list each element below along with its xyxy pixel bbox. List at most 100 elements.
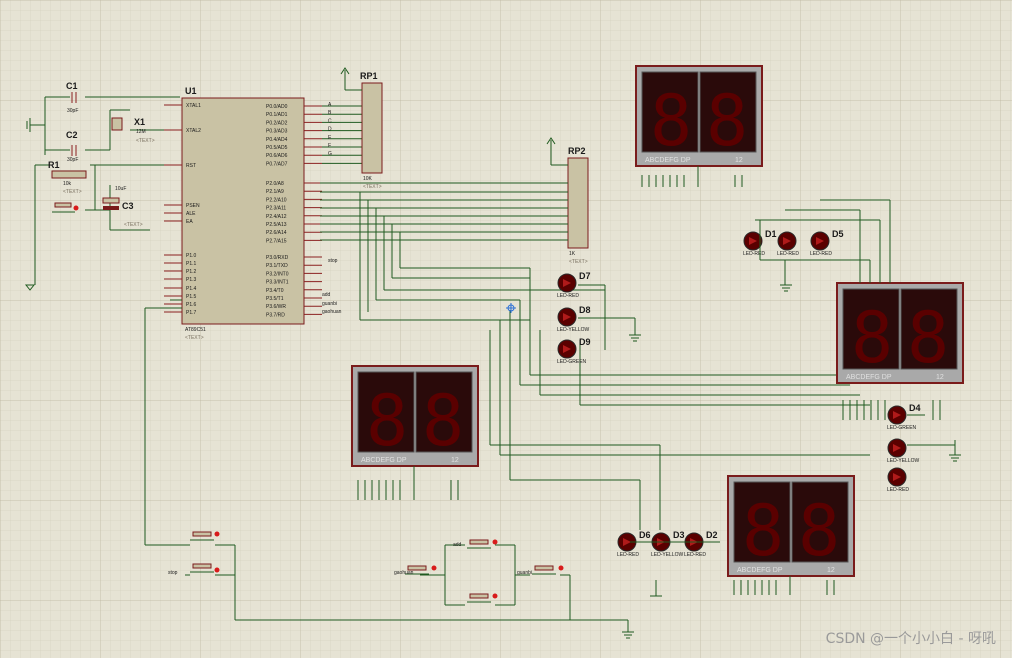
u1-right-pin-label: P0.4/AD4 — [266, 137, 288, 143]
led-ref: D3 — [673, 530, 685, 540]
led-name: LED-GREEN — [887, 425, 917, 431]
disp-bottom-label: ABCDEFG DP — [737, 567, 783, 574]
u1-left-pin-label: ALE — [186, 211, 196, 217]
led-ref: D7 — [579, 271, 591, 281]
svg-text:8: 8 — [650, 80, 692, 162]
c3-text: <TEXT> — [124, 222, 143, 228]
led-ref: D6 — [639, 530, 651, 540]
p3-net-label: add — [322, 292, 331, 298]
u1-right-pin-label: P3.3/INT1 — [266, 280, 289, 286]
led-ref: D5 — [832, 229, 844, 239]
r1-text: <TEXT> — [63, 189, 82, 195]
disp-top-pins: 12 — [735, 157, 743, 164]
led-ref: D8 — [579, 305, 591, 315]
led-name: LED-YELLOW — [557, 327, 590, 333]
rp1-text: <TEXT> — [363, 184, 382, 190]
led-name: LED-RED — [743, 251, 765, 257]
p3-net-label: stop — [328, 258, 338, 264]
c2-value: 30pF — [67, 157, 78, 163]
u1-right-pin-label: P0.3/AD3 — [266, 129, 288, 135]
u1-right-pin-label: P0.1/AD1 — [266, 112, 288, 118]
led-ref: D4 — [909, 403, 921, 413]
u1-text: <TEXT> — [185, 335, 204, 341]
u1-right-pin-label: P3.6/WR — [266, 304, 286, 310]
rp1-ref: RP1 — [360, 71, 378, 81]
u1-left-pin-label: XTAL1 — [186, 103, 201, 109]
rp1-pin-letter: F — [328, 143, 331, 149]
disp-bottom-pins: 12 — [827, 567, 835, 574]
u1-right-pin-label: P0.0/AD0 — [266, 104, 288, 110]
u1-left-pin-label: P1.2 — [186, 269, 197, 275]
u1-right-pin-label: P0.7/AD7 — [266, 161, 288, 167]
button-stop-label: stop — [168, 570, 178, 576]
u1-right-pin-label: P2.4/A12 — [266, 214, 287, 220]
rp2-value: 1K — [569, 251, 576, 257]
x1-value: 12M — [136, 129, 146, 135]
c1-ref: C1 — [66, 81, 78, 91]
button-guanbi-label: guanbi — [517, 570, 532, 576]
schematic-canvas: C1 30pF C2 30pF X1 12M <TEXT> R1 10k <TE… — [0, 0, 1012, 658]
svg-text:8: 8 — [851, 297, 893, 379]
p3-net-label: gaohuan — [322, 309, 342, 315]
watermark: CSDN @一个小小白 - 呀吼 — [825, 631, 996, 647]
svg-text:8: 8 — [907, 297, 949, 379]
led-name: LED-RED — [684, 552, 706, 558]
button-add-label: add — [453, 542, 462, 548]
disp-left-pins: 12 — [451, 457, 459, 464]
svg-text:8: 8 — [798, 490, 840, 572]
u1-right-pin-label: P3.7/RD — [266, 312, 285, 318]
u1-left-pin-label: P1.7 — [186, 310, 197, 316]
rp1-value: 10K — [363, 176, 373, 182]
led-name: LED-RED — [810, 251, 832, 257]
u1-left-pin-label: P1.5 — [186, 294, 197, 300]
seven-seg-display-top[interactable]: 8 8 ABCDEFG DP 12 — [635, 65, 763, 167]
rp2-ref: RP2 — [568, 146, 586, 156]
seven-seg-display-bottom[interactable]: 8 8 ABCDEFG DP 12 — [727, 475, 855, 577]
button-gaohuan-label: gaohuan — [394, 570, 414, 576]
disp-left-label: ABCDEFG DP — [361, 457, 407, 464]
svg-text:8: 8 — [422, 380, 464, 462]
disp-right-label: ABCDEFG DP — [846, 374, 892, 381]
led-name: LED-GREEN — [557, 359, 587, 365]
u1-right-pin-label: P0.6/AD6 — [266, 153, 288, 159]
u1-right-pin-label: P2.1/A9 — [266, 189, 284, 195]
svg-text:8: 8 — [366, 380, 408, 462]
u1-left-pin-label: P1.3 — [186, 277, 197, 283]
c3-value: 10uF — [115, 186, 126, 192]
u1-left-pin-label: P1.1 — [186, 261, 197, 267]
u1-right-pin-label: P3.4/T0 — [266, 288, 284, 294]
rp1-pin-letter: C — [328, 118, 332, 124]
rp2-text: <TEXT> — [569, 259, 588, 265]
led-name: LED-RED — [617, 552, 639, 558]
svg-text:8: 8 — [706, 80, 748, 162]
disp-right-pins: 12 — [936, 374, 944, 381]
led-name: LED-RED — [887, 487, 909, 493]
rp1-pin-letter: D — [328, 127, 332, 133]
u1-right-pin-label: P0.5/AD5 — [266, 145, 288, 151]
u1-left-pin-label: XTAL2 — [186, 128, 201, 134]
seven-seg-display-right[interactable]: 8 8 ABCDEFG DP 12 — [836, 282, 964, 384]
u1-left-pin-label: P1.0 — [186, 253, 197, 259]
u1-part: AT89C51 — [185, 327, 206, 333]
led-name: LED-RED — [557, 293, 579, 299]
u1-left-pin-label: PSEN — [186, 203, 200, 209]
c2-ref: C2 — [66, 130, 78, 140]
u1-right-pin-label: P3.2/INT0 — [266, 271, 289, 277]
led-name: LED-RED — [777, 251, 799, 257]
svg-text:8: 8 — [742, 490, 784, 572]
seven-seg-display-left[interactable]: 8 8 ABCDEFG DP 12 — [351, 365, 479, 467]
u1-right-pin-label: P2.5/A13 — [266, 222, 287, 228]
u1-left-pin-label: EA — [186, 219, 193, 225]
r1-ref: R1 — [48, 160, 60, 170]
u1-right-pin-label: P2.3/A11 — [266, 206, 286, 212]
u1-right-pin-label: P0.2/AD2 — [266, 120, 288, 126]
led-ref: D2 — [706, 530, 718, 540]
led-name: LED-YELLOW — [651, 552, 684, 558]
disp-top-label: ABCDEFG DP — [645, 157, 691, 164]
x1-text: <TEXT> — [136, 138, 155, 144]
u1-left-pin-label: P1.4 — [186, 286, 197, 292]
u1-right-pin-label: P2.6/A14 — [266, 230, 287, 236]
c1-value: 30pF — [67, 108, 78, 114]
p3-net-label: guanbi — [322, 301, 337, 307]
r1-value: 10k — [63, 181, 72, 187]
